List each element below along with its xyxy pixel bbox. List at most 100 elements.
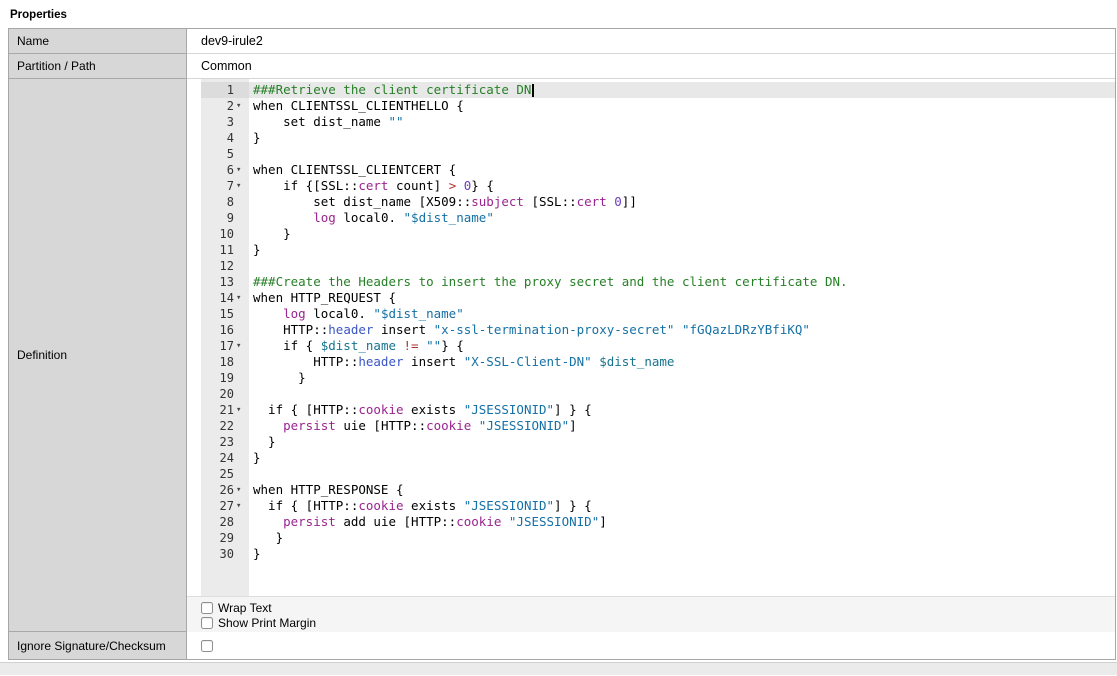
code-line[interactable]: 13###Create the Headers to insert the pr… (201, 274, 1115, 290)
name-value: dev9-irule2 (187, 29, 1115, 54)
code-editor[interactable]: 1###Retrieve the client certificate DN2▾… (201, 79, 1115, 596)
code-line[interactable]: 21▾ if { [HTTP::cookie exists "JSESSIONI… (201, 402, 1115, 418)
irule-properties-page: Properties Name dev9-irule2 Partition / … (0, 0, 1117, 675)
fold-toggle-icon[interactable]: ▾ (234, 338, 249, 354)
code-line-text[interactable]: if { [HTTP::cookie exists "JSESSIONID"] … (249, 402, 1115, 418)
code-line-text[interactable]: ###Retrieve the client certificate DN (249, 82, 1115, 98)
line-number: 22 (201, 418, 249, 434)
checkbox-icon[interactable] (201, 602, 213, 614)
line-number: 25 (201, 466, 249, 482)
code-line-text[interactable]: persist add uie [HTTP::cookie "JSESSIONI… (249, 514, 1115, 530)
code-line-text[interactable] (249, 146, 1115, 162)
code-line[interactable]: 30} (201, 546, 1115, 562)
code-line-text[interactable]: log local0. "$dist_name" (249, 306, 1115, 322)
editor-options: Wrap TextShow Print Margin (187, 596, 1115, 632)
name-label: Name (9, 29, 187, 54)
code-line[interactable]: 9 log local0. "$dist_name" (201, 210, 1115, 226)
code-line-text[interactable] (249, 258, 1115, 274)
code-line-text[interactable]: } (249, 242, 1115, 258)
code-line-text[interactable] (249, 386, 1115, 402)
line-number: 16 (201, 322, 249, 338)
fold-toggle-icon[interactable]: ▾ (234, 162, 249, 178)
code-line[interactable]: 22 persist uie [HTTP::cookie "JSESSIONID… (201, 418, 1115, 434)
code-line[interactable]: 3 set dist_name "" (201, 114, 1115, 130)
fold-toggle-icon[interactable]: ▾ (234, 290, 249, 306)
code-line[interactable]: 1###Retrieve the client certificate DN (201, 82, 1115, 98)
line-number: 10 (201, 226, 249, 242)
line-number: 30 (201, 546, 249, 562)
code-line-text[interactable]: persist uie [HTTP::cookie "JSESSIONID"] (249, 418, 1115, 434)
code-line[interactable]: 14▾when HTTP_REQUEST { (201, 290, 1115, 306)
code-line-text[interactable]: when CLIENTSSL_CLIENTCERT { (249, 162, 1115, 178)
code-line[interactable]: 25 (201, 466, 1115, 482)
definition-label: Definition (9, 79, 187, 632)
line-number: 7▾ (201, 178, 249, 194)
fold-toggle-icon[interactable]: ▾ (234, 498, 249, 514)
code-line-text[interactable]: HTTP::header insert "x-ssl-termination-p… (249, 322, 1115, 338)
code-line[interactable]: 5 (201, 146, 1115, 162)
code-line[interactable]: 4} (201, 130, 1115, 146)
code-line-text[interactable]: if { $dist_name != ""} { (249, 338, 1115, 354)
line-number: 18 (201, 354, 249, 370)
line-number: 8 (201, 194, 249, 210)
code-line[interactable]: 8 set dist_name [X509::subject [SSL::cer… (201, 194, 1115, 210)
code-line-text[interactable]: } (249, 370, 1115, 386)
code-line[interactable]: 10 } (201, 226, 1115, 242)
code-line[interactable]: 16 HTTP::header insert "x-ssl-terminatio… (201, 322, 1115, 338)
code-line-text[interactable]: } (249, 530, 1115, 546)
code-line-text[interactable]: when HTTP_REQUEST { (249, 290, 1115, 306)
line-number: 23 (201, 434, 249, 450)
code-line[interactable]: 23 } (201, 434, 1115, 450)
code-line[interactable]: 26▾when HTTP_RESPONSE { (201, 482, 1115, 498)
code-line-text[interactable]: ###Create the Headers to insert the prox… (249, 274, 1115, 290)
code-line-text[interactable]: } (249, 130, 1115, 146)
line-number: 15 (201, 306, 249, 322)
code-line-text[interactable]: if { [HTTP::cookie exists "JSESSIONID"] … (249, 498, 1115, 514)
code-line[interactable]: 12 (201, 258, 1115, 274)
code-line[interactable]: 27▾ if { [HTTP::cookie exists "JSESSIONI… (201, 498, 1115, 514)
fold-toggle-icon[interactable]: ▾ (234, 402, 249, 418)
code-line[interactable]: 7▾ if {[SSL::cert count] > 0} { (201, 178, 1115, 194)
code-line-text[interactable] (249, 466, 1115, 482)
code-editor-wrap: 1###Retrieve the client certificate DN2▾… (187, 79, 1115, 596)
code-line-text[interactable]: when CLIENTSSL_CLIENTHELLO { (249, 98, 1115, 114)
code-line[interactable]: 15 log local0. "$dist_name" (201, 306, 1115, 322)
code-line[interactable]: 20 (201, 386, 1115, 402)
ignore-signature-checkbox[interactable] (201, 640, 213, 652)
code-line[interactable]: 19 } (201, 370, 1115, 386)
partition-path-label: Partition / Path (9, 54, 187, 79)
fold-toggle-icon[interactable]: ▾ (234, 178, 249, 194)
code-line-text[interactable]: } (249, 434, 1115, 450)
code-line-text[interactable]: if {[SSL::cert count] > 0} { (249, 178, 1115, 194)
code-line-text[interactable]: log local0. "$dist_name" (249, 210, 1115, 226)
properties-table: Name dev9-irule2 Partition / Path Common… (8, 28, 1116, 660)
footer-bar (0, 662, 1117, 675)
line-number: 17▾ (201, 338, 249, 354)
code-line-text[interactable]: } (249, 450, 1115, 466)
code-line[interactable]: 11} (201, 242, 1115, 258)
code-line[interactable]: 18 HTTP::header insert "X-SSL-Client-DN"… (201, 354, 1115, 370)
line-number: 6▾ (201, 162, 249, 178)
code-line-text[interactable]: } (249, 226, 1115, 242)
code-line-text[interactable]: HTTP::header insert "X-SSL-Client-DN" $d… (249, 354, 1115, 370)
fold-toggle-icon[interactable]: ▾ (234, 482, 249, 498)
code-line-text[interactable]: when HTTP_RESPONSE { (249, 482, 1115, 498)
option-label: Wrap Text (218, 601, 272, 615)
code-line[interactable]: 28 persist add uie [HTTP::cookie "JSESSI… (201, 514, 1115, 530)
code-line[interactable]: 2▾when CLIENTSSL_CLIENTHELLO { (201, 98, 1115, 114)
code-line[interactable]: 6▾when CLIENTSSL_CLIENTCERT { (201, 162, 1115, 178)
code-line[interactable]: 17▾ if { $dist_name != ""} { (201, 338, 1115, 354)
line-number: 12 (201, 258, 249, 274)
fold-toggle-icon[interactable]: ▾ (234, 98, 249, 114)
ignore-signature-cell (187, 632, 1115, 659)
code-line-text[interactable]: set dist_name "" (249, 114, 1115, 130)
editor-option-wrap-text[interactable]: Wrap Text (201, 600, 1115, 615)
code-line[interactable]: 24} (201, 450, 1115, 466)
editor-option-show-print-margin[interactable]: Show Print Margin (201, 615, 1115, 630)
line-number: 13 (201, 274, 249, 290)
option-label: Show Print Margin (218, 616, 316, 630)
code-line[interactable]: 29 } (201, 530, 1115, 546)
code-line-text[interactable]: } (249, 546, 1115, 562)
checkbox-icon[interactable] (201, 617, 213, 629)
code-line-text[interactable]: set dist_name [X509::subject [SSL::cert … (249, 194, 1115, 210)
